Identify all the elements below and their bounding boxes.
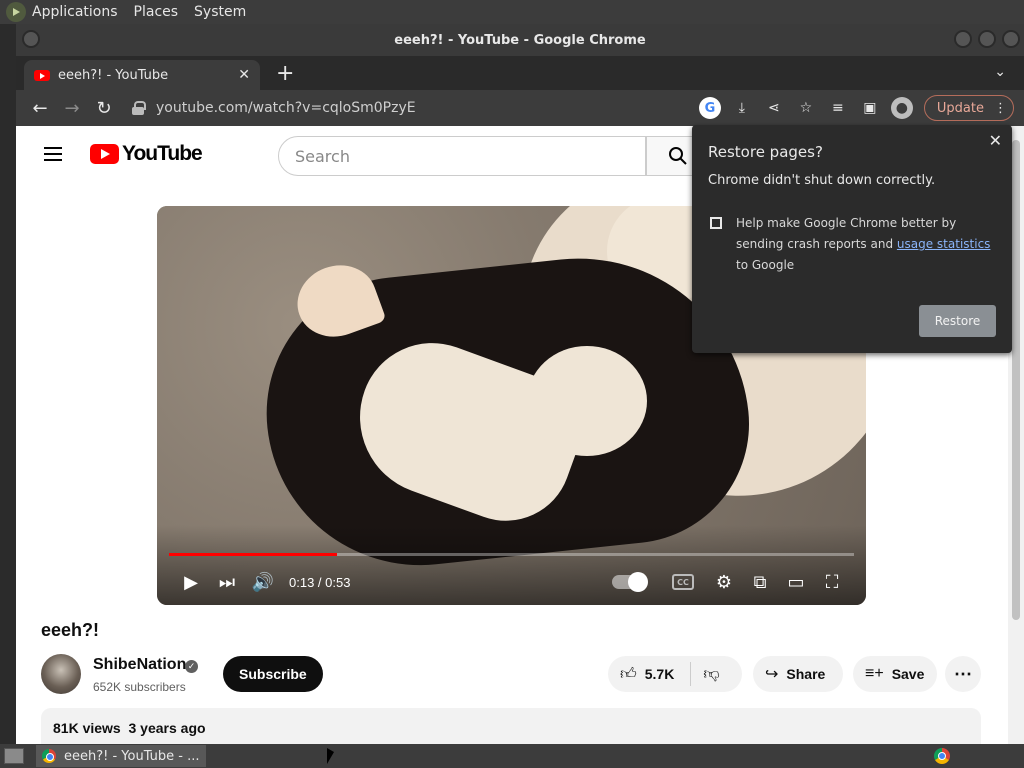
crash-report-text: Help make Google Chrome better by sendin…: [736, 213, 998, 276]
update-label: Update: [936, 100, 984, 116]
thumbs-down-icon[interactable]: 👎︎: [703, 665, 719, 684]
tray-chrome-icon[interactable]: [934, 748, 950, 764]
youtube-wordmark: YouTube: [122, 142, 203, 165]
browser-toolbar: ← → ↻ youtube.com/watch?v=cqloSm0PzyE G …: [16, 90, 1024, 126]
minimize-button[interactable]: [954, 30, 972, 48]
mouse-pointer-icon: [327, 748, 334, 764]
toolbar-actions: G ⤓ ⋖ ☆ ≡ ▣ ● Update ⋮: [694, 90, 1024, 126]
crash-report-checkbox[interactable]: [710, 217, 722, 229]
subscriber-count: 652K subscribers: [93, 680, 186, 694]
restore-dialog-title: Restore pages?: [708, 143, 823, 161]
miniplayer-icon[interactable]: ⧉: [742, 564, 778, 600]
tab-strip: eeeh?! - YouTube ✕ + ⌄: [16, 56, 1024, 90]
help-text-suffix: to Google: [736, 258, 795, 272]
video-frame-belly: [527, 346, 647, 456]
new-tab-icon[interactable]: +: [276, 61, 294, 86]
share-button[interactable]: ↪ Share: [753, 656, 843, 692]
next-icon[interactable]: ⏭: [209, 564, 245, 600]
window-title: eeeh?! - YouTube - Google Chrome: [394, 32, 646, 48]
subscribe-button[interactable]: Subscribe: [223, 656, 323, 692]
back-arrow-icon[interactable]: ←: [28, 96, 52, 120]
search-input[interactable]: Search: [278, 136, 646, 176]
app-menu-icon[interactable]: [6, 2, 26, 22]
guide-menu-icon[interactable]: [44, 147, 62, 161]
share-label: Share: [786, 666, 826, 682]
tab-close-icon[interactable]: ✕: [238, 67, 250, 83]
forward-arrow-icon[interactable]: →: [60, 96, 84, 120]
close-window-button[interactable]: [1002, 30, 1020, 48]
fullscreen-icon[interactable]: ⛶: [814, 564, 850, 600]
youtube-favicon-icon: [34, 69, 50, 81]
google-lens-icon[interactable]: G: [698, 97, 721, 119]
tab-title: eeeh?! - YouTube: [58, 67, 169, 83]
player-controls-right: CC ⚙ ⧉ ▭ ⛶: [612, 564, 850, 600]
volume-icon[interactable]: 🔊: [245, 564, 281, 600]
bottom-taskbar: eeeh?! - YouTube - ...: [0, 744, 1024, 768]
like-divider: [690, 662, 692, 686]
restore-pages-dialog: Restore pages? ✕ Chrome didn't shut down…: [692, 125, 1012, 353]
tab-search-chevron-icon[interactable]: ⌄: [994, 64, 1006, 80]
thumbs-up-icon[interactable]: 👍︎: [620, 665, 637, 684]
maximize-button[interactable]: [978, 30, 996, 48]
bookmark-star-icon[interactable]: ☆: [795, 97, 817, 119]
captions-icon[interactable]: CC: [672, 574, 694, 590]
posted-date: 3 years ago: [128, 720, 206, 736]
view-count: 81K views: [53, 720, 121, 736]
search-placeholder: Search: [295, 146, 350, 166]
video-title: eeeh?!: [41, 620, 100, 640]
top-panel: Applications Places System: [0, 0, 1024, 24]
save-button[interactable]: ≡+ Save: [853, 656, 937, 692]
close-icon[interactable]: ✕: [989, 131, 1002, 150]
scrollbar-thumb[interactable]: [1012, 140, 1020, 620]
progress-fill: [169, 553, 337, 556]
side-panel-icon[interactable]: ▣: [859, 97, 881, 119]
window-menu-button[interactable]: [22, 30, 40, 48]
share-arrow-icon: ↪: [765, 666, 779, 683]
like-dislike-pill: 👍︎ 5.7K 👎︎: [608, 656, 742, 692]
lock-icon[interactable]: [132, 101, 146, 115]
menu-applications[interactable]: Applications: [32, 4, 118, 20]
show-desktop-icon[interactable]: [4, 748, 24, 764]
more-actions-icon[interactable]: ⋯: [945, 656, 981, 692]
chrome-menu-icon[interactable]: ⋮: [994, 101, 1007, 116]
progress-bar[interactable]: [169, 553, 854, 556]
profile-avatar-icon[interactable]: ●: [890, 97, 913, 119]
restore-dialog-message: Chrome didn't shut down correctly.: [708, 173, 936, 188]
chrome-icon: [42, 749, 56, 763]
update-button[interactable]: Update ⋮: [923, 95, 1014, 121]
restore-button[interactable]: Restore: [919, 305, 996, 337]
verified-check-icon: ✓: [185, 660, 198, 673]
search-icon: [669, 147, 687, 165]
channel-avatar[interactable]: [41, 654, 81, 694]
tab-youtube[interactable]: eeeh?! - YouTube ✕: [24, 60, 260, 90]
autoplay-toggle[interactable]: [612, 572, 648, 592]
url-text: youtube.com/watch?v=cqloSm0PzyE: [156, 100, 416, 116]
reading-list-icon[interactable]: ≡: [827, 97, 849, 119]
reload-icon[interactable]: ↻: [92, 96, 116, 120]
channel-name[interactable]: ShibeNation: [93, 656, 186, 674]
window-titlebar[interactable]: eeeh?! - YouTube - Google Chrome: [16, 24, 1024, 56]
install-app-icon[interactable]: ⤓: [731, 97, 753, 119]
time-display: 0:13 / 0:53: [289, 574, 351, 590]
add-to-playlist-icon: ≡+: [865, 665, 884, 682]
usage-statistics-link[interactable]: usage statistics: [897, 237, 991, 251]
taskbar-window-label: eeeh?! - YouTube - ...: [64, 748, 200, 764]
menu-places[interactable]: Places: [134, 4, 179, 20]
taskbar-window-button[interactable]: eeeh?! - YouTube - ...: [36, 745, 206, 767]
play-icon[interactable]: ▶: [173, 564, 209, 600]
description-box[interactable]: 81K views 3 years ago: [41, 708, 981, 744]
settings-gear-icon[interactable]: ⚙: [706, 564, 742, 600]
youtube-play-logo-icon: [90, 144, 119, 164]
address-bar[interactable]: youtube.com/watch?v=cqloSm0PzyE: [132, 94, 692, 122]
channel-row: ShibeNation ✓ 652K subscribers Subscribe…: [41, 652, 986, 700]
save-label: Save: [891, 666, 925, 682]
player-controls: ▶ ⏭ 🔊 0:13 / 0:53 CC ⚙ ⧉ ▭ ⛶: [157, 564, 866, 600]
like-count[interactable]: 5.7K: [645, 666, 675, 682]
share-icon[interactable]: ⋖: [763, 97, 785, 119]
youtube-logo[interactable]: YouTube: [90, 142, 203, 166]
menu-system[interactable]: System: [194, 4, 246, 20]
theater-mode-icon[interactable]: ▭: [778, 564, 814, 600]
